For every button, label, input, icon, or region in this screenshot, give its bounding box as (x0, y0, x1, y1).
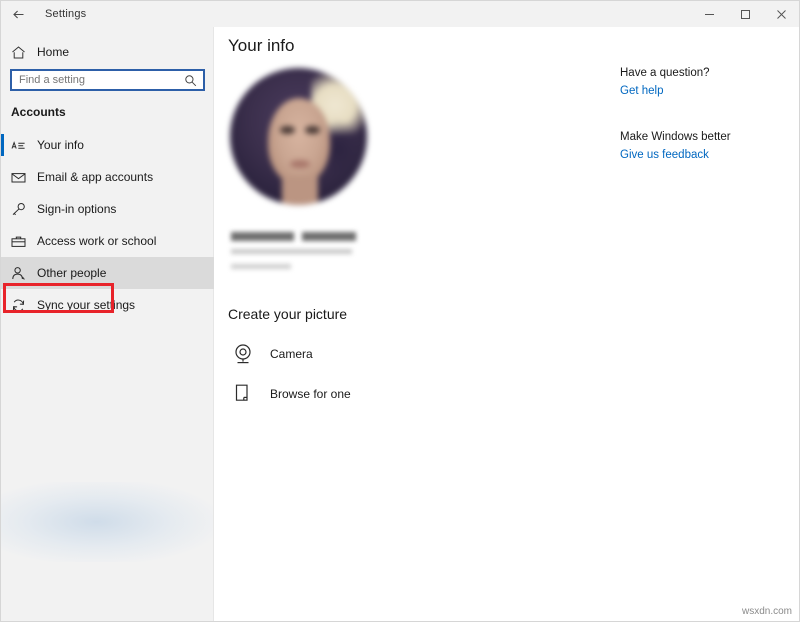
search-icon (184, 74, 197, 92)
sidebar-item-label: Sign-in options (37, 202, 116, 216)
sidebar-item-other-people[interactable]: Other people (1, 257, 214, 289)
account-name-redacted (231, 232, 294, 241)
title-bar: Settings (1, 1, 799, 27)
main-content: Your info Create your picture (215, 27, 800, 622)
person-icon (1, 266, 35, 281)
sync-icon (1, 298, 35, 313)
sidebar-item-home[interactable]: Home (1, 37, 214, 67)
sidebar-item-email-app-accounts[interactable]: Email & app accounts (1, 161, 214, 193)
sidebar-item-home-label: Home (37, 45, 69, 59)
webcam-icon (228, 343, 258, 365)
close-icon[interactable] (763, 1, 799, 27)
settings-window: Settings Home (0, 0, 800, 622)
photo-file-icon (228, 383, 258, 405)
key-icon (1, 202, 35, 217)
back-arrow-icon[interactable] (1, 1, 35, 27)
sidebar-item-label: Other people (37, 266, 106, 280)
account-email-redacted (231, 249, 352, 254)
account-detail-redacted (231, 264, 291, 269)
browse-action-label: Browse for one (270, 387, 351, 401)
sidebar-item-label: Your info (37, 138, 84, 152)
window-controls (691, 1, 799, 27)
briefcase-icon (1, 234, 35, 249)
sidebar-item-your-info[interactable]: Your info (1, 129, 214, 161)
help-panel: Have a question? Get help Make Windows b… (620, 67, 790, 161)
help-heading: Have a question? (620, 67, 790, 79)
sidebar-item-sign-in-options[interactable]: Sign-in options (1, 193, 214, 225)
help-group-question: Have a question? Get help (620, 67, 790, 97)
background-artifact (1, 482, 213, 562)
get-help-link[interactable]: Get help (620, 85, 790, 97)
search-input[interactable] (12, 71, 179, 89)
camera-action[interactable]: Camera (228, 339, 313, 369)
page-title: Your info (228, 36, 294, 56)
give-feedback-link[interactable]: Give us feedback (620, 149, 790, 161)
camera-action-label: Camera (270, 347, 313, 361)
watermark: wsxdn.com (742, 606, 792, 617)
sidebar-item-sync-your-settings[interactable]: Sync your settings (1, 289, 214, 321)
home-icon (1, 45, 35, 60)
sidebar-section-title: Accounts (11, 105, 66, 119)
sidebar-item-access-work-or-school[interactable]: Access work or school (1, 225, 214, 257)
sidebar-item-label: Sync your settings (37, 298, 135, 312)
browse-action[interactable]: Browse for one (228, 379, 351, 409)
minimize-icon[interactable] (691, 1, 727, 27)
envelope-icon (1, 170, 35, 185)
sidebar-item-label: Access work or school (37, 234, 156, 248)
create-picture-title: Create your picture (228, 306, 347, 322)
maximize-icon[interactable] (727, 1, 763, 27)
help-heading: Make Windows better (620, 131, 790, 143)
sidebar-item-label: Email & app accounts (37, 170, 153, 184)
search-box[interactable] (10, 69, 205, 91)
help-group-feedback: Make Windows better Give us feedback (620, 131, 790, 161)
id-badge-icon (1, 138, 35, 153)
app-title: Settings (45, 8, 86, 20)
account-surname-redacted (302, 232, 356, 241)
avatar (230, 68, 367, 205)
sidebar-nav-list: Your info Email & app accounts (1, 129, 214, 321)
sidebar: Home Accounts Your info (1, 27, 214, 622)
